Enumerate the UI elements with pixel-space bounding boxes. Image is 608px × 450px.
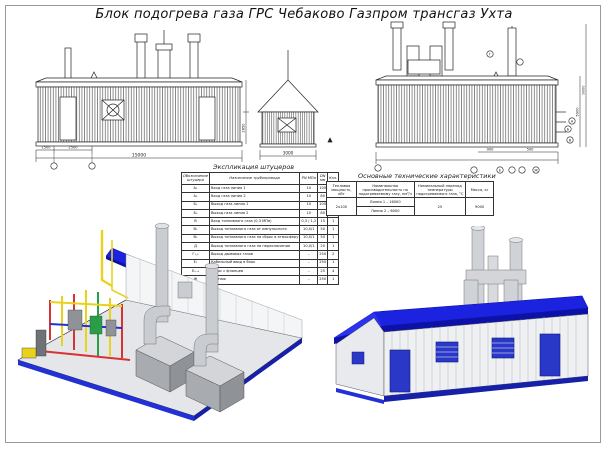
callout-smoke: Г: [489, 53, 491, 57]
table-row: Б₂Выход газа линия 210801: [181, 208, 340, 219]
table-cell: А₂: [181, 192, 210, 202]
end-width-dim: 3000: [283, 151, 294, 156]
rear-sub1-dim: 900: [487, 148, 495, 152]
isometric-closed-view: [333, 226, 589, 404]
table-cell: 10: [299, 192, 319, 202]
table-cell: 1: [327, 217, 340, 227]
tech-header-cell: Тепловая мощность, кВт: [326, 181, 357, 198]
table-cell: 15: [317, 217, 329, 227]
spec-table-caption: Экспликация штуцеров: [213, 163, 295, 171]
tech-header-cell: Номинальный перепад температуры подогрев…: [413, 181, 467, 198]
tech-flow-cell: Линия 1 – 16000: [355, 197, 415, 207]
front-elevation: [35, 30, 243, 170]
spec-table-header: Обозначение штуцера Назначение трубопров…: [181, 172, 340, 185]
end-elevation: [243, 50, 333, 160]
elevation-drawings: 15000 1500 2500 3000 2850 9000 5900 900 …: [35, 21, 587, 174]
tech-flow-cell: Линия 2 – 6000: [355, 206, 415, 216]
isometric-open-view: [17, 223, 303, 421]
table-cell: Вход газа линия 2: [208, 192, 301, 202]
spec-header-cell: PN МПа: [299, 172, 319, 185]
rear-chimney-dim: 5900: [576, 107, 580, 117]
tech-table-caption: Основные технические характеристики: [358, 172, 496, 180]
table-cell: Выход газа линия 2: [208, 208, 301, 219]
table-cell: 10: [299, 208, 319, 219]
spec-header-cell: Назначение трубопровода: [208, 172, 301, 185]
tech-table-header: Тепловая мощность, кВт Номинальная произ…: [326, 181, 494, 198]
rear-sub2-dim: 500: [527, 148, 535, 152]
spec-header-cell: Обозначение штуцера: [181, 172, 210, 185]
table-cell: Б₂: [181, 208, 210, 219]
table-cell: Вход газа линия 1: [208, 183, 301, 194]
table-cell: 10: [299, 200, 319, 210]
table-row: А₁Вход газа линия 1101001: [181, 183, 340, 194]
tech-header-cell: Номинальная производительность по подогр…: [355, 181, 415, 198]
front-sub2-dim: 2500: [68, 146, 78, 150]
table-row: А₂Вход газа линия 210801: [181, 192, 340, 202]
callout-drain: Ж: [534, 169, 538, 173]
rear-elevation: [374, 21, 587, 174]
tech-header-cell: Масса, кг: [465, 181, 494, 198]
tech-delta-cell: 25: [413, 197, 467, 216]
table-cell: Б₁: [181, 200, 210, 210]
end-height-dim: 2850: [242, 123, 246, 133]
table-cell: А₁: [181, 183, 210, 194]
tech-characteristics-table: Тепловая мощность, кВт Номинальная произ…: [326, 181, 494, 216]
rear-total-height-dim: 9000: [582, 85, 586, 95]
table-cell: Выход газа линия 1: [208, 200, 301, 210]
tech-power-cell: 2x100: [326, 197, 357, 216]
table-row: 2x100 Линия 1 – 16000 25 9000: [326, 197, 494, 216]
front-length-dim: 15000: [132, 153, 146, 159]
tech-mass-cell: 9000: [465, 197, 494, 216]
table-row: Б₁Выход газа линия 1101001: [181, 200, 340, 210]
drawing-sheet: Блок подогрева газа ГРС Чебаково Газпром…: [0, 0, 608, 450]
front-sub1-dim: 1500: [41, 146, 51, 150]
table-cell: 10: [299, 183, 319, 194]
